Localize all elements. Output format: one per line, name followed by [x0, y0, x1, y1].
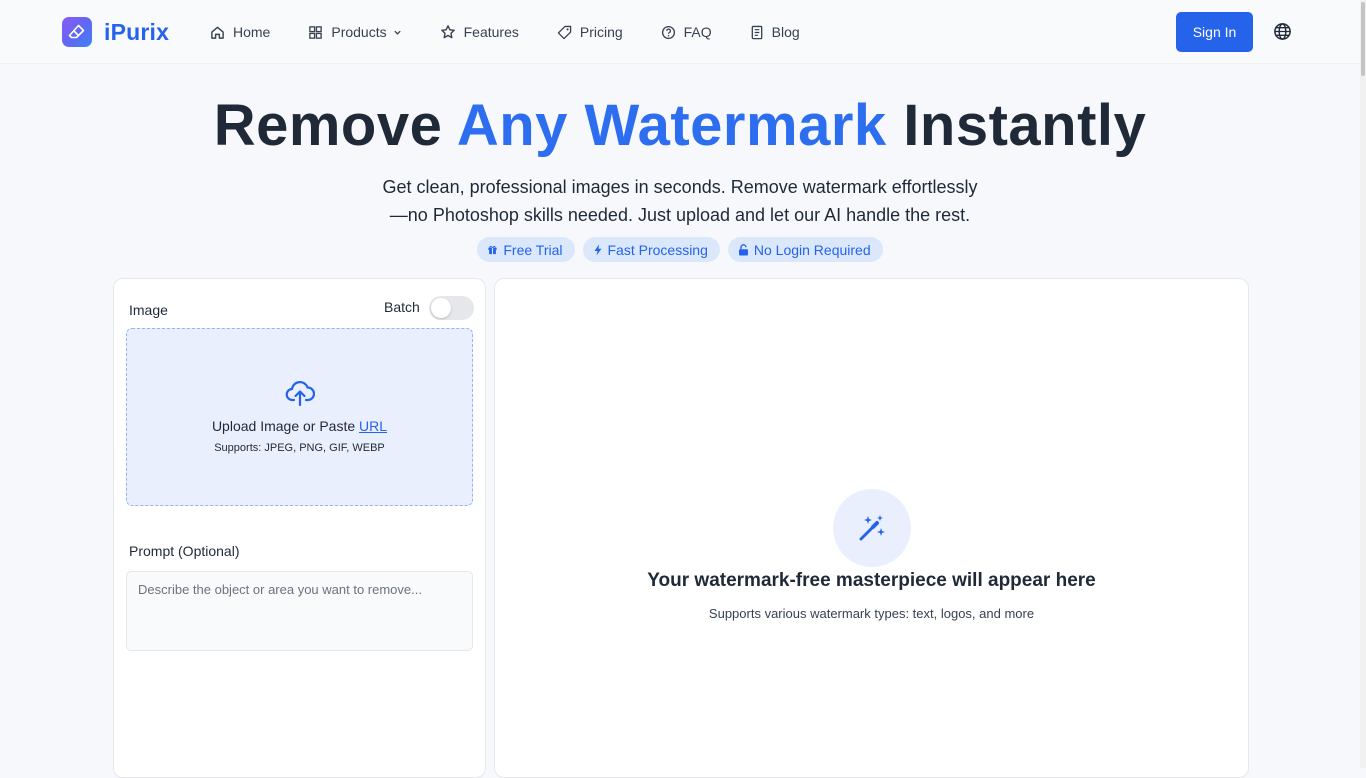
home-icon — [211, 26, 224, 39]
grid-icon — [309, 25, 323, 39]
batch-toggle[interactable] — [429, 296, 474, 320]
gift-icon — [488, 245, 497, 255]
nav-home-label: Home — [233, 24, 271, 40]
nav-blog[interactable]: Blog — [750, 24, 800, 40]
prompt-input[interactable] — [126, 571, 473, 651]
result-placeholder-subtitle: Supports various watermark types: text, … — [708, 606, 1035, 621]
hero-title-end: Instantly — [886, 93, 1147, 158]
hero-title: Remove Any Watermark Instantly — [0, 92, 1360, 159]
image-label: Image — [129, 302, 168, 318]
upload-instruction: Upload Image or Paste URL — [127, 418, 472, 434]
page-scrollbar-thumb[interactable] — [1361, 2, 1365, 76]
hero-subtitle-line-2: —no Photoshop skills needed. Just upload… — [389, 205, 971, 225]
nav-home[interactable]: Home — [210, 24, 270, 40]
nav-products[interactable]: Products — [308, 24, 401, 40]
badge-no-login-label: No Login Required — [753, 241, 871, 258]
help-circle-icon — [661, 25, 675, 39]
cloud-upload-icon — [285, 381, 315, 407]
nav-products-label: Products — [331, 24, 387, 40]
hero-subtitle: Get clean, professional images in second… — [330, 173, 1030, 229]
hero-subtitle-line-1: Get clean, professional images in second… — [382, 177, 978, 197]
nav-faq[interactable]: FAQ — [661, 24, 712, 40]
image-dropzone[interactable]: Upload Image or Paste URL Supports: JPEG… — [126, 328, 473, 506]
document-icon — [751, 25, 763, 39]
chevron-down-icon — [393, 30, 401, 35]
hero-title-accent: Any Watermark — [456, 93, 887, 158]
badge-fast-processing: Fast Processing — [582, 237, 720, 262]
badge-no-login: No Login Required — [727, 237, 883, 262]
upload-instruction-text: Upload Image or Paste — [211, 418, 360, 434]
unlock-icon — [738, 243, 748, 255]
paste-url-link[interactable]: URL — [359, 418, 387, 434]
sign-in-button[interactable]: Sign In — [1176, 12, 1253, 52]
supported-formats: Supports: JPEG, PNG, GIF, WEBP — [214, 442, 385, 454]
nav-pricing[interactable]: Pricing — [557, 24, 623, 40]
nav-features[interactable]: Features — [440, 24, 519, 40]
badge-free-trial: Free Trial — [477, 237, 575, 262]
badge-fast-processing-label: Fast Processing — [607, 241, 708, 258]
star-icon — [440, 25, 455, 39]
result-icon-circle — [833, 489, 911, 567]
magic-wand-icon — [859, 515, 885, 541]
hero-title-start: Remove — [213, 93, 457, 158]
badge-free-trial-label: Free Trial — [503, 241, 563, 258]
nav-features-label: Features — [463, 24, 519, 40]
globe-icon[interactable] — [1273, 22, 1292, 41]
eraser-logo-icon — [62, 17, 92, 47]
batch-toggle-knob — [431, 298, 451, 318]
nav-pricing-label: Pricing — [579, 24, 623, 40]
result-panel: Your watermark-free masterpiece will app… — [494, 278, 1249, 778]
page-scrollbar[interactable] — [1360, 0, 1366, 768]
nav-faq-label: FAQ — [683, 24, 712, 40]
main-nav: Home Products Features Pricing FAQ Blog — [210, 0, 838, 64]
brand-name: iPurix — [104, 18, 170, 45]
bolt-icon — [594, 244, 601, 255]
feature-badges: Free Trial Fast Processing No Login Requ… — [0, 237, 1360, 262]
result-placeholder-title: Your watermark-free masterpiece will app… — [647, 570, 1096, 591]
batch-label: Batch — [384, 299, 420, 315]
site-header: iPurix Home Products Features Pricing FA… — [0, 0, 1360, 64]
brand-logo[interactable]: iPurix — [62, 17, 169, 47]
nav-blog-label: Blog — [771, 24, 800, 40]
prompt-label: Prompt (Optional) — [129, 543, 240, 559]
tag-icon — [557, 25, 572, 39]
upload-panel: Image Batch Upload Image or Paste URL Su… — [113, 278, 486, 778]
